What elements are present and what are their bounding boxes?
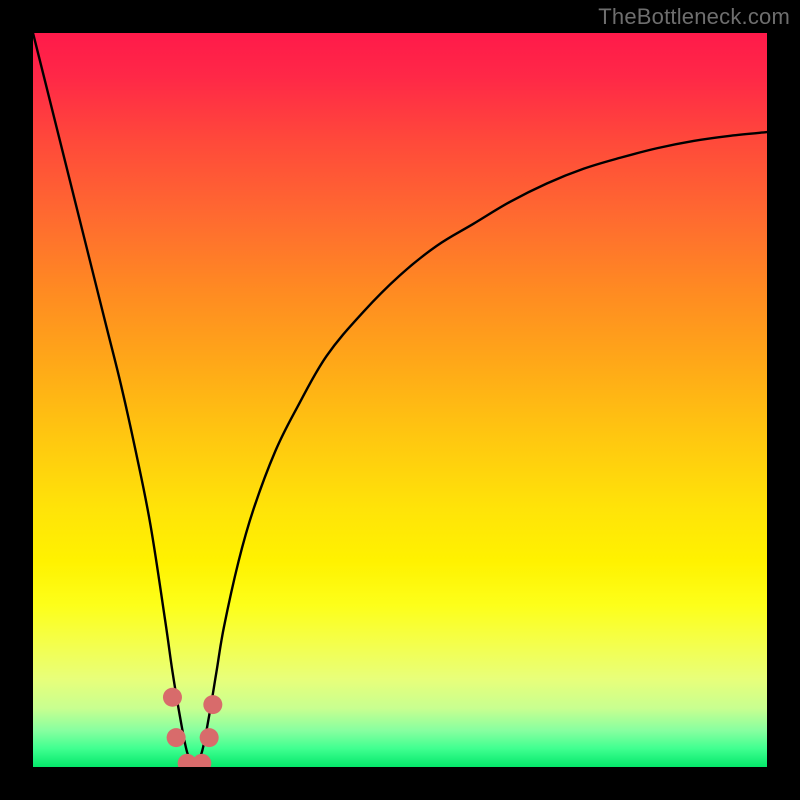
highlight-dot xyxy=(192,754,211,767)
highlight-dot xyxy=(200,728,219,747)
curve-segment xyxy=(33,33,194,767)
watermark-text: TheBottleneck.com xyxy=(598,4,790,30)
highlight-dots xyxy=(163,688,222,767)
curve-layer xyxy=(33,33,767,767)
plot-area xyxy=(33,33,767,767)
highlight-dot xyxy=(203,695,222,714)
curve-segment xyxy=(194,132,767,767)
bottleneck-curve xyxy=(33,33,767,767)
highlight-dot xyxy=(163,688,182,707)
chart-frame: TheBottleneck.com xyxy=(0,0,800,800)
highlight-dot xyxy=(167,728,186,747)
